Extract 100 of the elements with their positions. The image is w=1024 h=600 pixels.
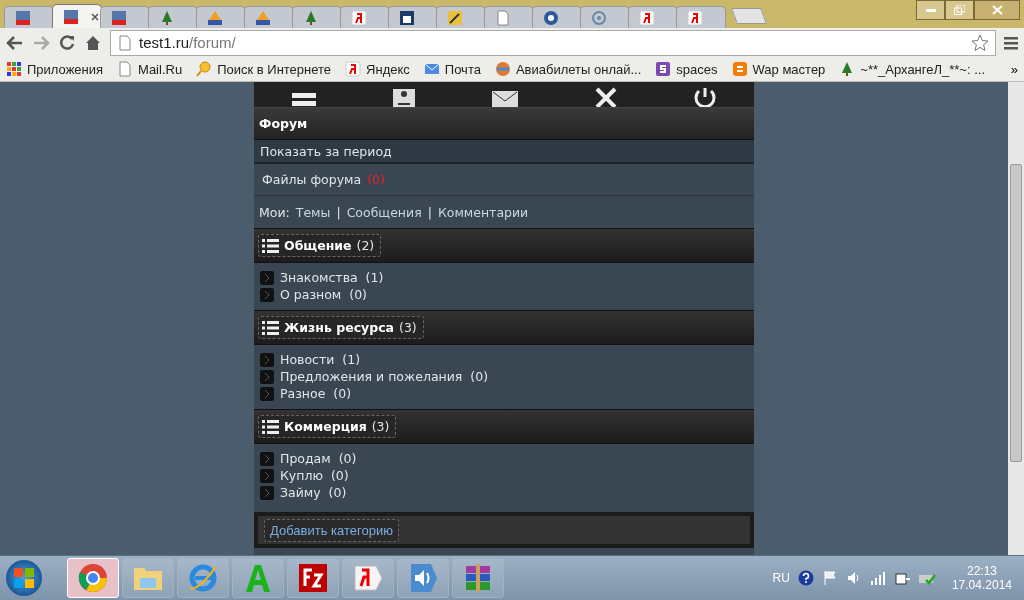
forum-title: Форум xyxy=(259,116,308,131)
separator: | xyxy=(427,204,432,220)
taskbar-app-button[interactable] xyxy=(397,558,449,598)
favicon-icon xyxy=(543,9,559,26)
fz-logo-icon xyxy=(297,562,329,594)
subforum-link[interactable]: Займу (0) xyxy=(280,485,347,500)
browser-tab[interactable] xyxy=(532,6,582,28)
page-icon xyxy=(117,34,133,51)
favicon-icon xyxy=(303,9,319,26)
subforum-link[interactable]: Новости (1) xyxy=(280,352,360,367)
bookmark-icon xyxy=(196,61,213,77)
more-bookmarks-button[interactable]: » xyxy=(1010,61,1018,77)
chevron-icon xyxy=(260,369,274,384)
bookmark-link[interactable]: ~**_АрхангеЛ_**~: ... xyxy=(860,61,986,77)
bookmark-link[interactable]: Яндекс xyxy=(366,61,410,77)
favicon-icon xyxy=(207,9,223,26)
plug-icon[interactable] xyxy=(893,570,910,586)
subforum-link[interactable]: Разное (0) xyxy=(280,386,352,401)
envelope-icon[interactable] xyxy=(492,91,518,107)
my-link[interactable]: Комментарии xyxy=(437,204,529,220)
reload-icon[interactable] xyxy=(58,33,76,52)
bookmark-icon xyxy=(655,61,672,77)
favicon-icon xyxy=(591,9,607,26)
bookmark-icon xyxy=(731,61,748,77)
subforum-link[interactable]: Продам (0) xyxy=(280,451,357,466)
subforum-link[interactable]: Знакомства (1) xyxy=(280,270,384,285)
forum-files-link[interactable]: Файлы форума xyxy=(262,172,362,187)
back-arrow-icon[interactable] xyxy=(6,33,24,52)
period-link[interactable]: Показать за период xyxy=(260,143,392,159)
bookmark-link[interactable]: Mail.Ru xyxy=(138,61,183,77)
bookmark-icon xyxy=(6,61,22,77)
browser-tab[interactable] xyxy=(436,6,486,28)
files-count: (0) xyxy=(367,172,385,187)
my-label: Мои: xyxy=(259,204,290,220)
speaker-icon[interactable] xyxy=(845,570,862,586)
favicon-icon xyxy=(687,9,703,26)
bookmark-link[interactable]: Авиабилеты онлай... xyxy=(515,61,642,77)
bookmark-icon xyxy=(423,61,440,77)
favicon-icon xyxy=(159,9,175,26)
star-icon[interactable] xyxy=(971,33,989,52)
close-button[interactable] xyxy=(974,0,1020,20)
chevron-icon xyxy=(260,468,274,483)
favicon-icon xyxy=(111,9,127,26)
category-button[interactable]: Жизнь ресурса (3) xyxy=(258,316,424,339)
subforum-link[interactable]: О разном (0) xyxy=(280,287,367,302)
my-link[interactable]: Сообщения xyxy=(346,204,422,220)
help-icon[interactable] xyxy=(797,570,814,586)
bookmark-link[interactable]: spaces xyxy=(676,61,718,77)
list-icon xyxy=(262,238,279,253)
bookmark-icon xyxy=(345,61,362,77)
menu-icon[interactable] xyxy=(1004,35,1018,50)
add-category-button[interactable]: Добавить категорию xyxy=(264,518,399,542)
home-icon[interactable] xyxy=(84,33,102,52)
bookmark-link[interactable]: Приложения xyxy=(27,61,104,77)
chevron-icon xyxy=(260,485,274,500)
my-link[interactable]: Темы xyxy=(295,204,331,220)
close-icon xyxy=(991,5,1003,15)
cross-icon[interactable] xyxy=(594,87,617,107)
browser-tab[interactable] xyxy=(388,6,438,28)
subforum-link[interactable]: Куплю (0) xyxy=(280,468,349,483)
restore-button[interactable] xyxy=(945,0,974,20)
bookmark-link[interactable]: Поиск в Интернете xyxy=(217,61,332,77)
favicon-icon xyxy=(255,9,271,26)
favicon-icon xyxy=(495,9,511,26)
taskbar-app-button[interactable] xyxy=(287,558,339,598)
bookmark-link[interactable]: Почта xyxy=(444,61,481,77)
list-icon xyxy=(262,419,279,434)
close-tab-icon[interactable] xyxy=(91,12,99,21)
restore-icon xyxy=(954,5,965,15)
power-icon[interactable] xyxy=(693,87,716,107)
chevron-icon xyxy=(260,451,274,466)
minimize-icon xyxy=(925,8,936,12)
taskbar-app-button[interactable] xyxy=(342,558,394,598)
minimize-button[interactable] xyxy=(916,0,945,20)
address-bar[interactable]: test1.ru/forum/ xyxy=(110,29,996,56)
separator: | xyxy=(336,204,341,220)
favicon-icon xyxy=(447,9,463,26)
list-icon xyxy=(262,320,279,335)
taskbar-app-button[interactable] xyxy=(452,558,504,598)
category-button[interactable]: Общение (2) xyxy=(258,234,382,257)
flag-icon[interactable] xyxy=(821,570,838,586)
menu-icon[interactable] xyxy=(292,91,317,107)
bookmark-icon xyxy=(117,61,134,77)
favicon-icon xyxy=(15,9,31,26)
browser-ball-icon xyxy=(77,562,109,594)
subforum-link[interactable]: Предложения и пожелания (0) xyxy=(280,369,489,384)
category-button[interactable]: Коммерция (3) xyxy=(258,415,397,438)
signal-icon[interactable] xyxy=(869,570,886,586)
chevron-icon xyxy=(260,386,274,401)
new-tab-button[interactable] xyxy=(731,8,767,24)
bookmark-icon xyxy=(494,61,511,77)
letter-e-icon xyxy=(187,562,219,594)
start-button[interactable] xyxy=(6,560,42,596)
chevron-icon xyxy=(260,270,274,285)
bookmark-link[interactable]: Wap мастер xyxy=(752,61,826,77)
user-icon[interactable] xyxy=(393,89,416,107)
favicon-icon xyxy=(351,9,367,26)
favicon-icon xyxy=(63,8,79,25)
favicon-icon xyxy=(639,9,655,26)
favicon-icon xyxy=(399,9,415,26)
